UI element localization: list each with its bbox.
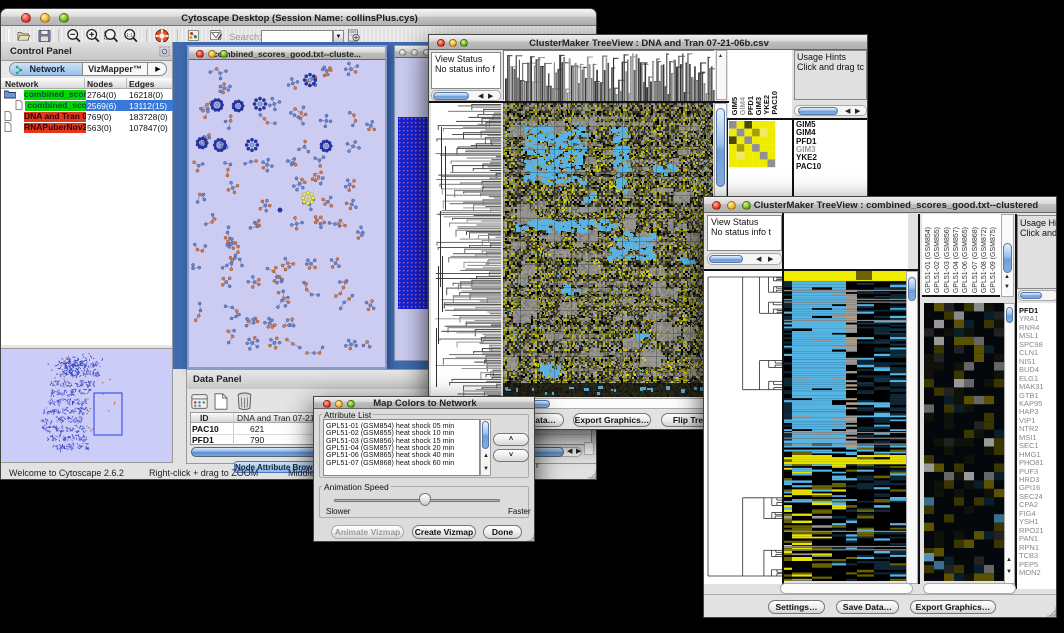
svg-text:1:1: 1:1 <box>126 32 133 38</box>
